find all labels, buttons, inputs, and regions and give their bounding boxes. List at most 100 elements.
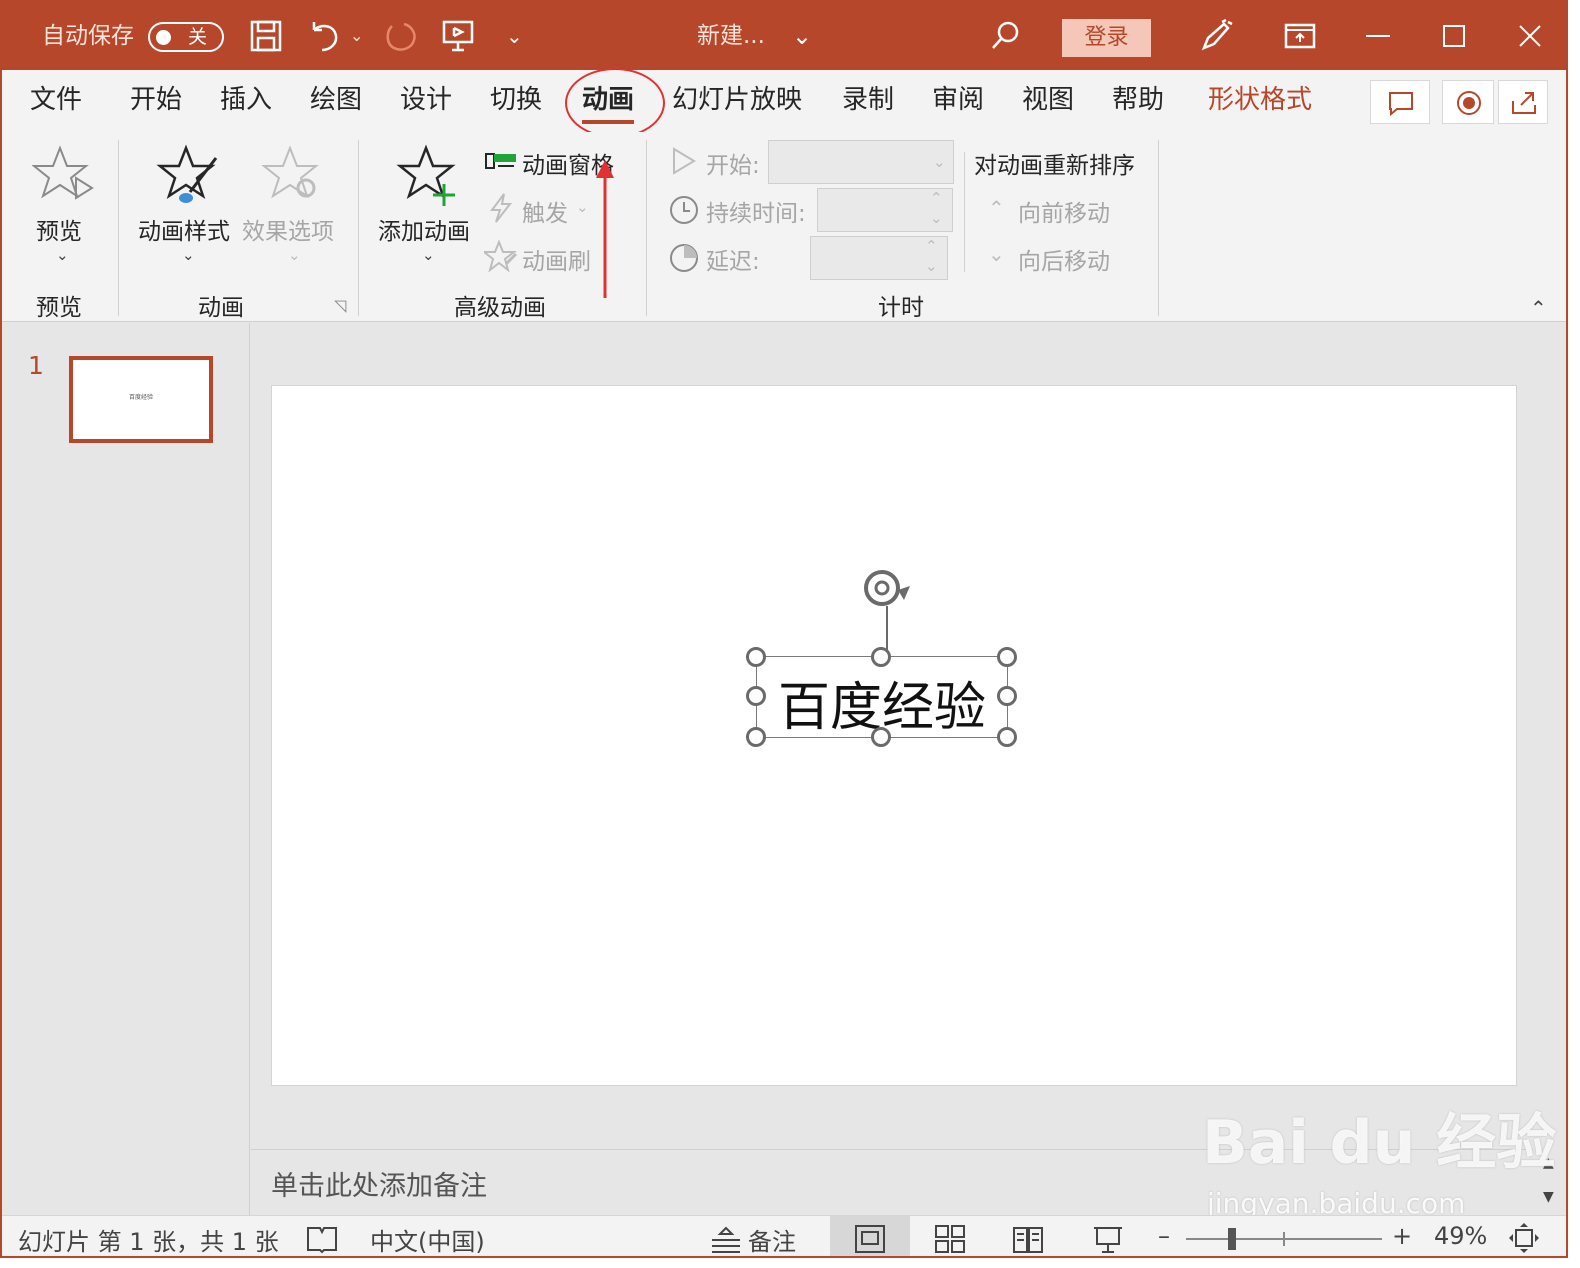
resize-handle-top-left[interactable] (746, 647, 766, 667)
effect-options-button[interactable]: 效果选项 (242, 212, 334, 246)
tab-shape-format[interactable]: 形状格式 (1208, 70, 1312, 132)
autosave-label: 自动保存 (42, 23, 134, 49)
comments-button[interactable] (1370, 80, 1430, 124)
zoom-out-icon[interactable]: – (1158, 1222, 1170, 1250)
notes-icon[interactable] (710, 1226, 742, 1254)
share-button[interactable] (1498, 80, 1548, 124)
maximize-icon[interactable] (1436, 18, 1472, 54)
move-earlier-icon[interactable]: ⌃ (988, 196, 1005, 220)
tab-home[interactable]: 开始 (130, 70, 182, 132)
tab-draw[interactable]: 绘图 (310, 70, 362, 132)
trigger-icon[interactable] (486, 192, 516, 224)
effect-options-icon[interactable] (260, 144, 326, 208)
autosave-toggle[interactable]: 关 (148, 22, 224, 52)
text-box[interactable]: 百度经验 (756, 656, 1008, 738)
highlight-circle-annotation (565, 68, 665, 138)
thumbnail-text: 百度经验 (128, 394, 153, 401)
preview-star-icon[interactable] (32, 144, 96, 206)
move-later-icon[interactable]: ⌄ (988, 242, 1005, 266)
designer-icon[interactable] (1198, 18, 1234, 54)
spinner-up-icon[interactable]: ⌃ (930, 189, 943, 207)
reading-view-icon[interactable] (1012, 1224, 1044, 1254)
animation-painter-button[interactable]: 动画刷 (522, 242, 591, 276)
zoom-level[interactable]: 49% (1434, 1222, 1487, 1250)
customize-qat-icon[interactable]: ⌄ (506, 2, 523, 70)
fit-to-window-icon[interactable] (1508, 1222, 1540, 1254)
group-divider (964, 152, 965, 272)
add-animation-dropdown-icon[interactable]: ⌄ (422, 246, 435, 264)
rotation-handle-icon[interactable] (860, 566, 914, 658)
tab-insert[interactable]: 插入 (220, 70, 272, 132)
dialog-launcher-icon[interactable]: ◹ (334, 296, 346, 315)
resize-handle-bottom[interactable] (871, 727, 891, 747)
zoom-in-icon[interactable]: + (1392, 1222, 1412, 1250)
animation-styles-icon[interactable] (156, 144, 222, 208)
animation-painter-icon[interactable] (484, 240, 518, 272)
save-icon[interactable] (248, 18, 284, 54)
preview-button[interactable]: 预览 (36, 212, 82, 246)
tab-help[interactable]: 帮助 (1112, 70, 1164, 132)
scroll-down-icon[interactable]: ▼ (1543, 1189, 1554, 1205)
resize-handle-bottom-right[interactable] (997, 727, 1017, 747)
start-play-icon (673, 147, 696, 175)
zoom-slider-thumb[interactable] (1228, 1228, 1236, 1250)
resize-handle-top[interactable] (871, 647, 891, 667)
animation-pane-icon[interactable] (484, 148, 518, 176)
preview-dropdown-icon[interactable]: ⌄ (56, 246, 69, 264)
search-icon[interactable] (988, 18, 1024, 54)
accessibility-check-icon[interactable] (306, 1224, 338, 1254)
present-from-start-icon[interactable] (440, 18, 476, 54)
add-animation-button[interactable]: 添加动画 (378, 212, 470, 246)
move-later-button[interactable]: 向后移动 (1018, 242, 1110, 276)
ribbon-tabs: 文件 开始 插入 绘图 设计 切换 动画 幻灯片放映 录制 审阅 视图 帮助 形… (2, 70, 1566, 132)
move-earlier-button[interactable]: 向前移动 (1018, 194, 1110, 228)
tab-slideshow[interactable]: 幻灯片放映 (672, 70, 802, 132)
notes-placeholder[interactable]: 单击此处添加备注 (271, 1164, 487, 1203)
tab-design[interactable]: 设计 (400, 70, 452, 132)
minimize-icon[interactable] (1360, 18, 1396, 54)
login-button[interactable]: 登录 (1062, 19, 1151, 57)
group-divider (646, 140, 647, 316)
resize-handle-left[interactable] (746, 686, 766, 706)
start-dropdown[interactable]: ⌄ (768, 140, 954, 184)
duration-spinner[interactable]: ⌃ ⌄ (817, 188, 953, 232)
effect-options-dropdown-icon[interactable]: ⌄ (288, 246, 301, 264)
animation-styles-dropdown-icon[interactable]: ⌄ (182, 246, 195, 264)
slide-canvas[interactable]: 百度经验 (271, 385, 1517, 1086)
redo-icon[interactable] (382, 18, 418, 54)
tab-file[interactable]: 文件 (30, 70, 82, 132)
add-animation-icon[interactable] (396, 144, 462, 208)
notes-toggle[interactable]: 备注 (748, 1222, 796, 1256)
animation-styles-button[interactable]: 动画样式 (138, 212, 230, 246)
tab-view[interactable]: 视图 (1022, 70, 1074, 132)
trigger-dropdown-icon[interactable]: ⌄ (576, 198, 589, 216)
slideshow-view-icon[interactable] (1092, 1224, 1124, 1254)
tab-transitions[interactable]: 切换 (490, 70, 542, 132)
collapse-ribbon-icon[interactable]: ⌃ (1530, 296, 1547, 320)
undo-icon[interactable] (306, 18, 342, 54)
language-indicator[interactable]: 中文(中国) (370, 1222, 485, 1256)
document-title[interactable]: 新建... (697, 2, 765, 70)
close-icon[interactable] (1512, 18, 1548, 54)
trigger-button[interactable]: 触发 (522, 194, 568, 228)
ribbon-display-icon[interactable] (1282, 18, 1318, 54)
spinner-down-icon[interactable]: ⌄ (930, 209, 943, 227)
group-label-preview: 预览 (36, 295, 82, 321)
delay-spinner[interactable]: ⌃ ⌄ (810, 236, 948, 280)
normal-view-icon[interactable] (854, 1224, 886, 1254)
title-dropdown-icon[interactable]: ⌄ (792, 2, 812, 70)
resize-handle-top-right[interactable] (997, 647, 1017, 667)
record-icon (1457, 91, 1481, 115)
spinner-down-icon[interactable]: ⌄ (925, 257, 938, 275)
slide-thumbnail[interactable]: 百度经验 (69, 356, 213, 443)
undo-dropdown-icon[interactable]: ⌄ (350, 2, 363, 70)
slide-sorter-icon[interactable] (934, 1224, 966, 1254)
resize-handle-bottom-left[interactable] (746, 727, 766, 747)
tab-review[interactable]: 审阅 (932, 70, 984, 132)
spinner-up-icon[interactable]: ⌃ (925, 237, 938, 255)
baidu-watermark-logo: Bai du 经验 (1202, 1108, 1557, 1178)
record-button[interactable] (1442, 80, 1494, 124)
tab-record[interactable]: 录制 (842, 70, 894, 132)
delay-label: 延迟: (706, 249, 760, 275)
resize-handle-right[interactable] (997, 686, 1017, 706)
